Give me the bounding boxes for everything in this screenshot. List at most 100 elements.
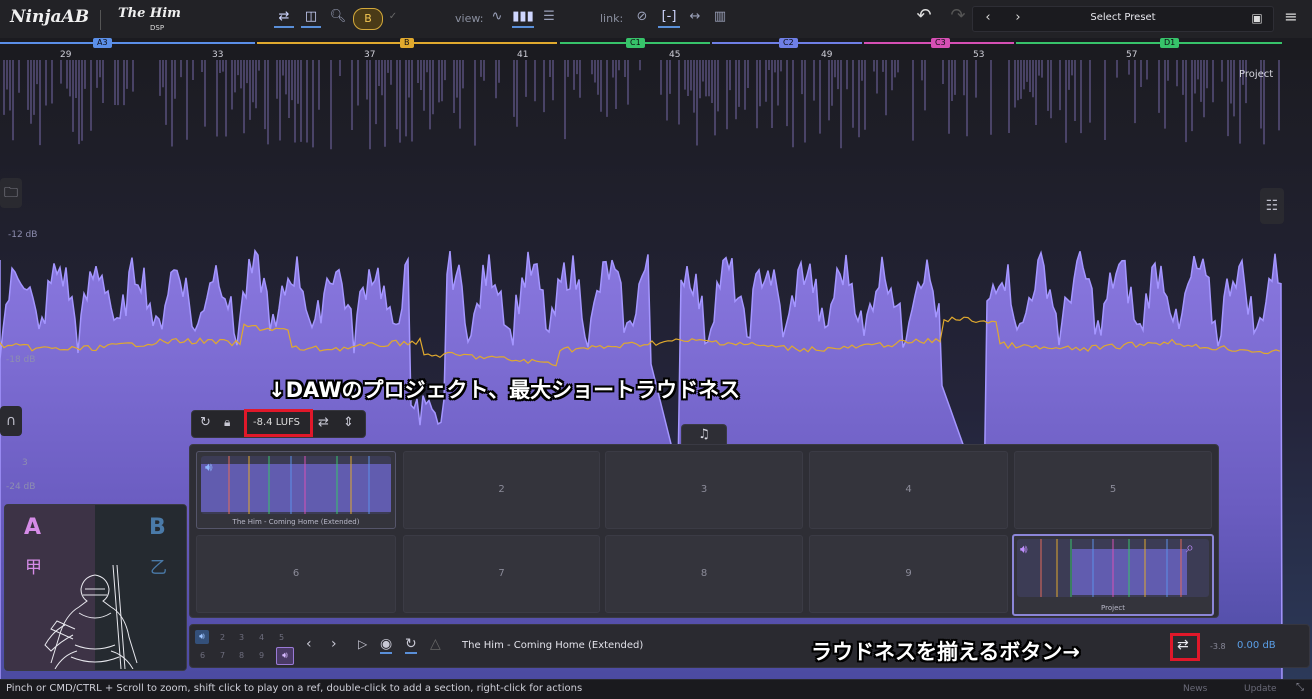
- section-tag-d1[interactable]: D1: [1160, 38, 1180, 48]
- dsp-logo: The Him: [118, 6, 181, 21]
- slot-select-8[interactable]: 8: [239, 651, 244, 660]
- swap-icon[interactable]: ⇄: [274, 8, 294, 28]
- reference-slot-1[interactable]: 🔊︎ The Him - Coming Home (Extended): [196, 451, 396, 529]
- bar-number: 49: [821, 50, 833, 60]
- arrows-link-icon[interactable]: ↔: [685, 8, 705, 26]
- slot-select-3[interactable]: 3: [239, 633, 244, 642]
- slot-caption: Project: [1101, 604, 1125, 612]
- slot-number: 3: [700, 484, 708, 495]
- section-tag-c2[interactable]: C2: [779, 38, 798, 48]
- bar-number: 53: [973, 50, 985, 60]
- ab-card[interactable]: A B 甲 乙: [4, 504, 187, 671]
- slot-caption: The Him - Coming Home (Extended): [232, 518, 360, 526]
- project-waveform: [1017, 539, 1209, 597]
- reference-slot-8[interactable]: 8: [605, 535, 803, 613]
- bracket-link-icon[interactable]: [-]: [658, 8, 680, 28]
- speaker-icon[interactable]: 🔊︎: [205, 460, 213, 475]
- eye-icon[interactable]: ◉: [380, 636, 393, 654]
- reference-slot-project[interactable]: 🔊︎ ⌕ Project: [1012, 534, 1214, 616]
- slot-number: 9: [905, 568, 912, 579]
- reference-slot-4[interactable]: 4: [809, 451, 1008, 529]
- folder-icon[interactable]: 🗀: [0, 178, 22, 208]
- track-title: The Him - Coming Home (Extended): [462, 640, 644, 651]
- resize-icon[interactable]: ⤡: [1296, 682, 1304, 693]
- slot-select-2[interactable]: 2: [220, 633, 225, 642]
- reference-slot-6[interactable]: 6: [196, 535, 396, 613]
- link-icon[interactable]: ⊘: [632, 8, 652, 26]
- annotation-project-loudness: ↓DAWのプロジェクト、最大ショートラウドネス: [268, 378, 741, 402]
- project-speaker-icon[interactable]: 🔊︎: [276, 647, 294, 665]
- dsp-logo-sub: DSP: [150, 24, 165, 32]
- loop-icon[interactable]: ↻: [405, 636, 417, 654]
- slot-select-7[interactable]: 7: [220, 651, 225, 660]
- metronome-icon[interactable]: △: [430, 636, 441, 652]
- next-icon[interactable]: ›: [331, 636, 337, 652]
- ab-toggle-button[interactable]: B: [353, 8, 383, 30]
- link-label: link:: [600, 12, 624, 25]
- bar-number: 57: [1126, 50, 1138, 60]
- slot-number: 8: [700, 568, 708, 579]
- bar-number: 33: [212, 50, 224, 60]
- reference-slot-3[interactable]: 3: [605, 451, 803, 529]
- search-icon[interactable]: ⌕: [1186, 540, 1194, 556]
- status-bar: Pinch or CMD/CTRL + Scroll to zoom, shif…: [0, 679, 1312, 699]
- stack-view-icon[interactable]: ☰: [539, 8, 559, 26]
- db-label: -24 dB: [6, 482, 36, 492]
- slot-select-4[interactable]: 4: [259, 633, 264, 642]
- redo-icon[interactable]: ↷: [947, 7, 969, 25]
- save-icon[interactable]: ▣: [1249, 9, 1265, 27]
- slot-number: 6: [292, 568, 300, 579]
- waveform-view-icon[interactable]: ∿: [487, 8, 507, 26]
- match-loudness-icon[interactable]: ⇄: [318, 415, 329, 430]
- section-tag-c3[interactable]: C3: [931, 38, 950, 48]
- section-tag-b[interactable]: B: [400, 38, 414, 48]
- fit-height-icon[interactable]: ⇕: [343, 415, 354, 430]
- db-label: -18 dB: [6, 355, 36, 365]
- slot-select-5[interactable]: 5: [279, 633, 284, 642]
- check-icon[interactable]: ✓: [386, 8, 400, 26]
- gain-value[interactable]: 0.00 dB: [1237, 640, 1276, 651]
- section-ruler[interactable]: A3 B C1 C2 C3 D1 29 33 37 41 45 49 53 57: [0, 38, 1312, 60]
- slot-select-9[interactable]: 9: [259, 651, 264, 660]
- slot-number: 2: [498, 484, 505, 495]
- preset-selector[interactable]: ‹ › Select Preset ▣: [972, 6, 1274, 32]
- lock-icon[interactable]: 🔒︎: [224, 415, 230, 430]
- reference-slot-7[interactable]: 7: [403, 535, 600, 613]
- slot-1-waveform: [201, 456, 391, 514]
- undo-icon[interactable]: ↶: [913, 7, 935, 25]
- spectrum-view-icon[interactable]: ▮▮▮: [512, 8, 534, 28]
- speaker-icon[interactable]: 🔊︎: [1020, 542, 1028, 557]
- slot-number: 5: [1109, 484, 1117, 495]
- headphones-icon[interactable]: ∩: [0, 406, 22, 436]
- bar-number: 45: [669, 50, 681, 60]
- reference-slot-9[interactable]: 9: [809, 535, 1008, 613]
- menu-icon[interactable]: ≡: [1282, 8, 1300, 26]
- annotation-match-loudness: ラウドネスを揃えるボタン→: [811, 640, 1080, 664]
- zoom-icon[interactable]: 🔍︎: [328, 8, 348, 26]
- speaker-icon[interactable]: 🔊︎: [195, 630, 209, 644]
- slot-number: 4: [905, 484, 912, 495]
- card-b-letter: B: [149, 515, 166, 540]
- project-label: Project: [1239, 69, 1274, 80]
- reference-slot-2[interactable]: 2: [403, 451, 600, 529]
- play-icon[interactable]: ▷: [358, 637, 367, 651]
- top-toolbar: NinjaAB The Him DSP ⇄ ◫ 🔍︎ B ✓ view: ∿ ▮…: [0, 0, 1312, 39]
- status-hint: Pinch or CMD/CTRL + Scroll to zoom, shif…: [6, 683, 583, 694]
- update-link[interactable]: Update: [1244, 684, 1277, 694]
- match-loudness-button[interactable]: ⇄: [1177, 637, 1189, 653]
- db-label: -12 dB: [8, 230, 38, 240]
- music-note-icon[interactable]: ♫: [681, 424, 727, 445]
- align-icon[interactable]: ◫: [301, 8, 321, 28]
- sync-icon[interactable]: ↻: [200, 415, 211, 430]
- bar-number: 41: [517, 50, 529, 60]
- previous-icon[interactable]: ‹: [306, 636, 312, 652]
- news-link[interactable]: News: [1183, 684, 1207, 694]
- bar-number: 37: [364, 50, 376, 60]
- reference-slot-5[interactable]: 5: [1014, 451, 1212, 529]
- loudness-mini-toolbar: ↻ 🔒︎ -8.4 LUFS ⇄ ⇕: [191, 409, 366, 438]
- columns-link-icon[interactable]: ▥: [710, 8, 730, 26]
- section-tag-c1[interactable]: C1: [626, 38, 645, 48]
- sliders-icon[interactable]: ☷: [1260, 188, 1284, 224]
- slot-select-6[interactable]: 6: [200, 651, 205, 660]
- section-tag-a3[interactable]: A3: [93, 38, 112, 48]
